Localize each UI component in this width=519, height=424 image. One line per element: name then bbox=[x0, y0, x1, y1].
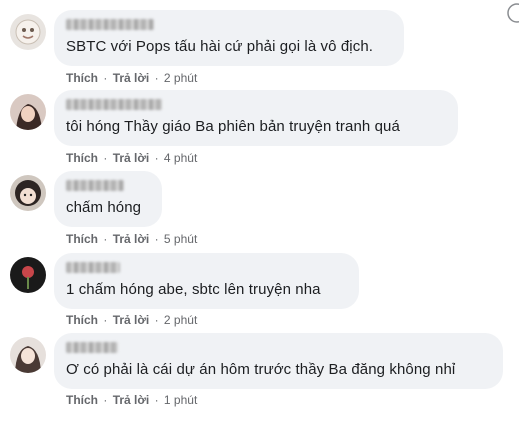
comment-text: 1 chấm hóng abe, sbtc lên truyện nha bbox=[66, 281, 321, 298]
comment-bubble: chấm hóng bbox=[54, 171, 162, 227]
comment-text: tôi hóng Thầy giáo Ba phiên bản truyện t… bbox=[66, 118, 400, 135]
reply-link[interactable]: Trả lời bbox=[113, 71, 150, 85]
comment-text: chấm hóng bbox=[66, 199, 142, 216]
comment-bubble: 1 chấm hóng abe, sbtc lên truyện nha bbox=[54, 253, 359, 309]
reply-link[interactable]: Trả lời bbox=[113, 151, 150, 165]
separator: · bbox=[103, 151, 108, 165]
author-name-redacted[interactable] bbox=[66, 342, 118, 353]
like-link[interactable]: Thích bbox=[66, 151, 98, 165]
comment-bubble: tôi hóng Thầy giáo Ba phiên bản truyện t… bbox=[54, 90, 458, 146]
separator: · bbox=[154, 393, 159, 407]
separator: · bbox=[103, 232, 108, 246]
reply-link[interactable]: Trả lời bbox=[113, 313, 150, 327]
like-link[interactable]: Thích bbox=[66, 232, 98, 246]
author-name-redacted[interactable] bbox=[66, 99, 162, 110]
separator: · bbox=[103, 313, 108, 327]
comment-actions: Thích · Trả lời · 2 phút bbox=[66, 71, 197, 85]
options-icon[interactable] bbox=[503, 2, 519, 24]
timestamp[interactable]: 5 phút bbox=[164, 232, 197, 246]
avatar[interactable] bbox=[10, 175, 46, 211]
separator: · bbox=[154, 71, 159, 85]
timestamp[interactable]: 4 phút bbox=[164, 151, 197, 165]
avatar[interactable] bbox=[10, 257, 46, 293]
separator: · bbox=[154, 313, 159, 327]
avatar[interactable] bbox=[10, 94, 46, 130]
comment-actions: Thích · Trả lời · 1 phút bbox=[66, 393, 197, 407]
avatar[interactable] bbox=[10, 337, 46, 373]
like-link[interactable]: Thích bbox=[66, 393, 98, 407]
separator: · bbox=[154, 232, 159, 246]
like-link[interactable]: Thích bbox=[66, 71, 98, 85]
comment-text: Ơ có phải là cái dự án hôm trước thầy Ba… bbox=[66, 361, 456, 378]
avatar[interactable] bbox=[10, 14, 46, 50]
comment-bubble: Ơ có phải là cái dự án hôm trước thầy Ba… bbox=[54, 333, 503, 389]
comment-actions: Thích · Trả lời · 4 phút bbox=[66, 151, 197, 165]
timestamp[interactable]: 2 phút bbox=[164, 313, 197, 327]
author-name-redacted[interactable] bbox=[66, 180, 124, 191]
separator: · bbox=[103, 393, 108, 407]
comment-actions: Thích · Trả lời · 2 phút bbox=[66, 313, 197, 327]
reply-link[interactable]: Trả lời bbox=[113, 232, 150, 246]
comment-text: SBTC với Pops tấu hài cứ phải gọi là vô … bbox=[66, 38, 374, 55]
reply-link[interactable]: Trả lời bbox=[113, 393, 150, 407]
like-link[interactable]: Thích bbox=[66, 313, 98, 327]
author-name-redacted[interactable] bbox=[66, 19, 154, 30]
separator: · bbox=[103, 71, 108, 85]
timestamp[interactable]: 2 phút bbox=[164, 71, 197, 85]
separator: · bbox=[154, 151, 159, 165]
author-name-redacted[interactable] bbox=[66, 262, 120, 273]
comment-bubble: SBTC với Pops tấu hài cứ phải gọi là vô … bbox=[54, 10, 404, 66]
comment-actions: Thích · Trả lời · 5 phút bbox=[66, 232, 197, 246]
timestamp[interactable]: 1 phút bbox=[164, 393, 197, 407]
